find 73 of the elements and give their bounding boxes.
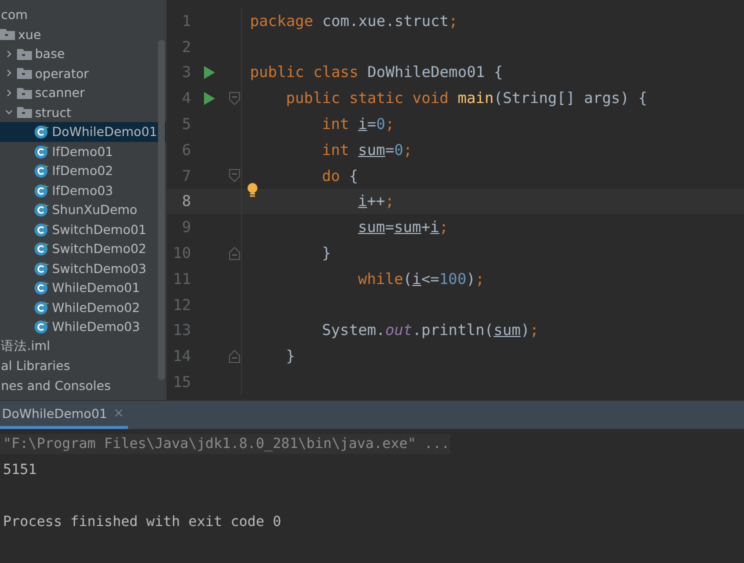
tree-item[interactable]: com [0,5,166,24]
code-line: } [286,347,296,366]
class-icon [34,163,49,178]
line-number: 9 [180,218,191,236]
tree-item[interactable]: 语法.iml [0,336,166,356]
run-icon[interactable] [204,92,214,105]
line-number: 12 [172,296,191,314]
code-line: System.out.println(sum); [322,321,539,340]
folder-icon [17,67,32,80]
tree-item[interactable]: WhileDemo03 [0,317,166,336]
tree-item[interactable]: xue [0,24,166,44]
tree-item[interactable]: IfDemo02 [0,161,166,180]
tree-item[interactable]: WhileDemo01 [0,278,166,298]
tree-item[interactable]: SwitchDemo02 [0,239,166,258]
line-number: 15 [172,373,191,392]
code-line: public static void main(String[] args) { [286,89,648,108]
tree-item[interactable]: operator [0,64,166,83]
fold-icon[interactable] [228,92,240,105]
class-icon [34,144,49,159]
class-icon [34,222,49,237]
code-line: package com.xue.struct; [250,12,458,30]
code-line: i++; [358,192,394,210]
fold-icon[interactable] [228,350,240,363]
tree-item[interactable]: base [0,44,166,64]
class-icon [34,260,49,276]
line-number: 7 [180,166,191,185]
line-number: 14 [172,347,191,366]
code-line: sum=sum+i; [358,218,448,236]
fold-icon[interactable] [228,169,240,182]
line-number: 5 [180,115,191,134]
line-number: 2 [180,38,191,56]
line-number: 13 [172,321,191,340]
tree-item[interactable]: IfDemo01 [0,142,166,161]
class-icon [34,300,49,315]
class-icon [34,241,49,256]
scrollbar[interactable] [158,40,165,380]
folder-icon [17,86,32,99]
class-icon [34,182,49,198]
program-output: 5151 [2,462,37,478]
line-number: 4 [180,89,191,108]
run-icon[interactable] [204,66,214,79]
tree-item[interactable]: al Libraries [0,356,166,376]
tree-item[interactable]: ShunXuDemo [0,200,166,220]
code-line: int i=0; [322,115,394,134]
line-number: 1 [180,12,191,30]
folder-icon [17,48,32,60]
tree-item[interactable]: SwitchDemo01 [0,220,166,239]
exit-message: Process finished with exit code 0 [2,514,282,530]
line-number: 8 [180,192,191,210]
tree-item[interactable]: SwitchDemo03 [0,258,166,278]
class-icon [34,124,49,140]
line-number: 11 [172,270,191,288]
run-tab[interactable]: DoWhileDemo01 × [0,401,128,429]
code-line: while(i<=100); [358,270,484,288]
lightbulb-icon[interactable] [247,183,258,198]
tree-item[interactable]: IfDemo03 [0,180,166,200]
fold-icon[interactable] [228,246,240,260]
class-icon [34,319,49,334]
class-icon [34,202,49,218]
tree-item[interactable]: WhileDemo02 [0,298,166,317]
line-number: 6 [180,140,191,159]
code-line: } [322,244,332,262]
class-icon [34,280,49,296]
code-line: do { [322,166,358,185]
folder-icon [17,106,32,118]
tree-item[interactable]: scanner [0,83,166,102]
line-number: 10 [172,244,191,262]
tree-item[interactable]: nes and Consoles [0,376,166,395]
tree-item[interactable]: DoWhileDemo01 [0,122,166,142]
code-line: int sum=0; [322,140,412,159]
line-number: 3 [180,63,191,82]
code-line: public class DoWhileDemo01 { [250,63,503,82]
tree-item[interactable]: struct [0,102,166,122]
